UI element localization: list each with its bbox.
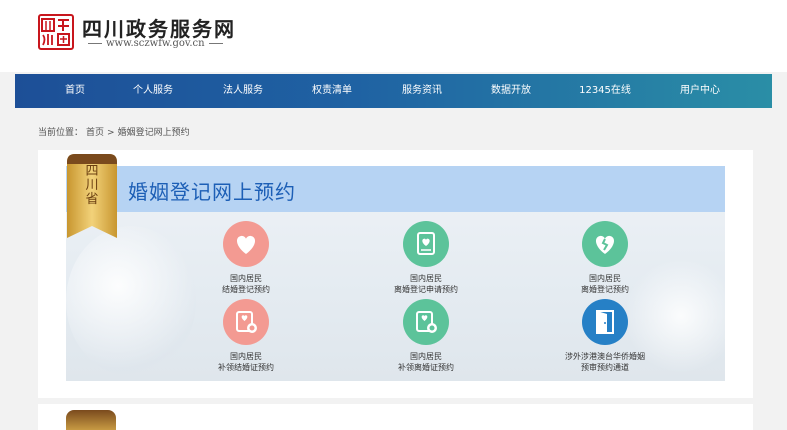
service-line1: 国内居民 (410, 274, 442, 283)
ribbon-province-text: 四川省 (67, 165, 117, 207)
site-header: 四川政务服务网 www.sczwfw.gov.cn (0, 0, 787, 72)
service-line2: 补领离婚证预约 (398, 363, 454, 372)
heart-icon (223, 221, 269, 267)
nav-home[interactable]: 首页 (45, 74, 105, 108)
broken-heart-icon (582, 221, 628, 267)
service-divorce-registration[interactable]: 国内居民 离婚登记预约 (535, 221, 675, 295)
service-line2: 预审预约通道 (581, 363, 629, 372)
service-line1: 涉外涉港澳台华侨婚姻 (565, 352, 645, 361)
site-url-text: www.sczwfw.gov.cn (106, 38, 205, 49)
service-line2: 离婚登记申请预约 (394, 285, 458, 294)
ribbon-text: 四川省 (85, 164, 99, 207)
breadcrumb-prefix: 当前位置： (38, 128, 84, 138)
service-marriage-registration[interactable]: 国内居民 结婚登记预约 (176, 221, 316, 295)
site-url: www.sczwfw.gov.cn (84, 38, 227, 49)
nav-12345-online[interactable]: 12345在线 (570, 74, 640, 108)
door-icon (582, 299, 628, 345)
service-line1: 国内居民 (589, 274, 621, 283)
service-line1: 国内居民 (230, 352, 262, 361)
certificate-icon (403, 299, 449, 345)
url-dash-right (208, 43, 223, 44)
province-ribbon: 四川省 (67, 154, 117, 238)
service-line2: 补领结婚证预约 (218, 363, 274, 372)
certificate-icon (223, 299, 269, 345)
service-line1: 国内居民 (230, 274, 262, 283)
marriage-booking-panel: 婚姻登记网上预约 国内居民 结婚登记预约 国内居民 离婚登记申请预约 国内居民 … (66, 166, 725, 381)
sichuan-seal-logo[interactable] (38, 14, 74, 50)
service-reissue-marriage-certificate[interactable]: 国内居民 补领结婚证预约 (176, 299, 316, 373)
service-line1: 国内居民 (410, 352, 442, 361)
nav-user-center[interactable]: 用户中心 (670, 74, 730, 108)
main-nav: 首页 个人服务 法人服务 权责清单 服务资讯 数据开放 12345在线 用户中心 (15, 74, 772, 108)
breadcrumb-separator: > (107, 128, 115, 138)
marriage-booking-card: 婚姻登记网上预约 国内居民 结婚登记预约 国内居民 离婚登记申请预约 国内居民 … (38, 150, 753, 398)
service-foreign-marriage-pre-review[interactable]: 涉外涉港澳台华侨婚姻 预审预约通道 (535, 299, 675, 373)
breadcrumb: 当前位置： 首页 > 婚姻登记网上预约 (38, 125, 193, 138)
panel-title: 婚姻登记网上预约 (128, 180, 296, 204)
nav-service-news[interactable]: 服务资讯 (392, 74, 452, 108)
nav-personal-services[interactable]: 个人服务 (123, 74, 183, 108)
nav-open-data[interactable]: 数据开放 (481, 74, 541, 108)
nav-corporate-services[interactable]: 法人服务 (213, 74, 273, 108)
service-line2: 结婚登记预约 (222, 285, 270, 294)
breadcrumb-home-link[interactable]: 首页 (86, 128, 104, 138)
next-section-ribbon (66, 410, 116, 430)
nav-power-list[interactable]: 权责清单 (302, 74, 362, 108)
document-heart-icon (403, 221, 449, 267)
service-reissue-divorce-certificate[interactable]: 国内居民 补领离婚证预约 (356, 299, 496, 373)
service-line2: 离婚登记预约 (581, 285, 629, 294)
next-section-card (38, 404, 753, 430)
breadcrumb-current: 婚姻登记网上预约 (117, 128, 190, 138)
url-dash-left (88, 43, 102, 44)
service-divorce-application[interactable]: 国内居民 离婚登记申请预约 (356, 221, 496, 295)
